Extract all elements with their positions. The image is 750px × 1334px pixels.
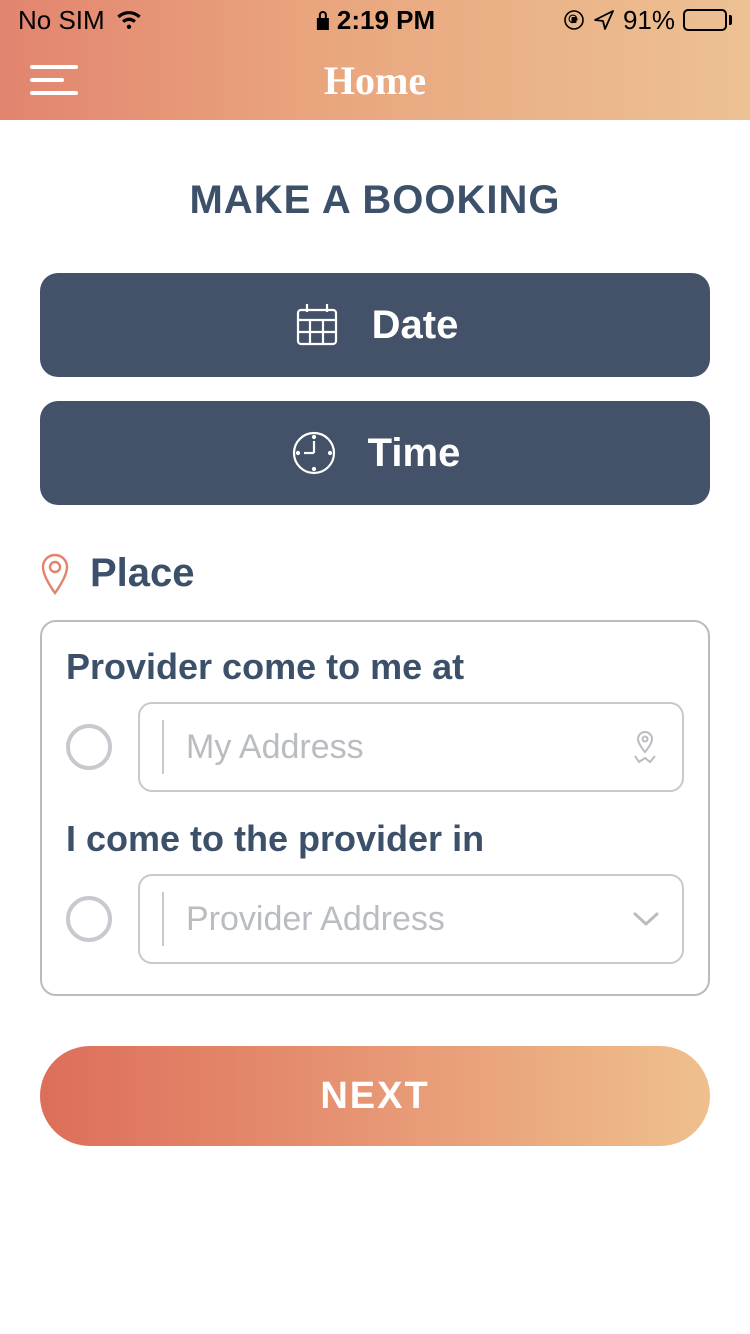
- clock-text: 2:19 PM: [337, 5, 435, 36]
- date-button[interactable]: Date: [40, 273, 710, 377]
- nav-bar: Home: [0, 40, 750, 120]
- page-title: MAKE A BOOKING: [40, 178, 710, 223]
- wifi-icon: [115, 9, 143, 31]
- provider-address-field[interactable]: Provider Address: [138, 874, 684, 964]
- option2-label: I come to the provider in: [66, 818, 684, 860]
- calendar-icon: [292, 300, 342, 350]
- option1-row: My Address: [66, 702, 684, 792]
- status-left: No SIM: [18, 5, 143, 36]
- field-divider: [162, 720, 164, 774]
- battery-icon: [683, 9, 732, 31]
- time-button-label: Time: [368, 431, 461, 476]
- option1-radio[interactable]: [66, 724, 112, 770]
- my-address-placeholder: My Address: [186, 728, 630, 767]
- my-address-field[interactable]: My Address: [138, 702, 684, 792]
- content: MAKE A BOOKING Date Time: [0, 120, 750, 1146]
- next-button-label: NEXT: [320, 1075, 429, 1118]
- battery-pct: 91%: [623, 5, 675, 36]
- clock-icon: [290, 429, 338, 477]
- lock-icon: [315, 9, 331, 31]
- time-button[interactable]: Time: [40, 401, 710, 505]
- place-box: Provider come to me at My Address I come…: [40, 620, 710, 996]
- status-bar: No SIM 2:19 PM 91%: [0, 0, 750, 40]
- provider-address-placeholder: Provider Address: [186, 900, 632, 939]
- field-divider: [162, 892, 164, 946]
- next-button[interactable]: NEXT: [40, 1046, 710, 1146]
- carrier-text: No SIM: [18, 5, 105, 36]
- place-header-label: Place: [90, 551, 195, 596]
- location-arrow-icon: [593, 9, 615, 31]
- place-header: Place: [40, 551, 710, 596]
- option2-row: Provider Address: [66, 874, 684, 964]
- status-right: 91%: [563, 5, 732, 36]
- option1-label: Provider come to me at: [66, 646, 684, 688]
- status-center: 2:19 PM: [315, 5, 435, 36]
- date-button-label: Date: [372, 303, 459, 348]
- orientation-lock-icon: [563, 9, 585, 31]
- menu-icon[interactable]: [30, 65, 78, 95]
- chevron-down-icon: [632, 910, 660, 928]
- nav-title: Home: [324, 57, 426, 104]
- map-pin-icon: [630, 730, 660, 764]
- option2-radio[interactable]: [66, 896, 112, 942]
- pin-icon: [40, 553, 70, 595]
